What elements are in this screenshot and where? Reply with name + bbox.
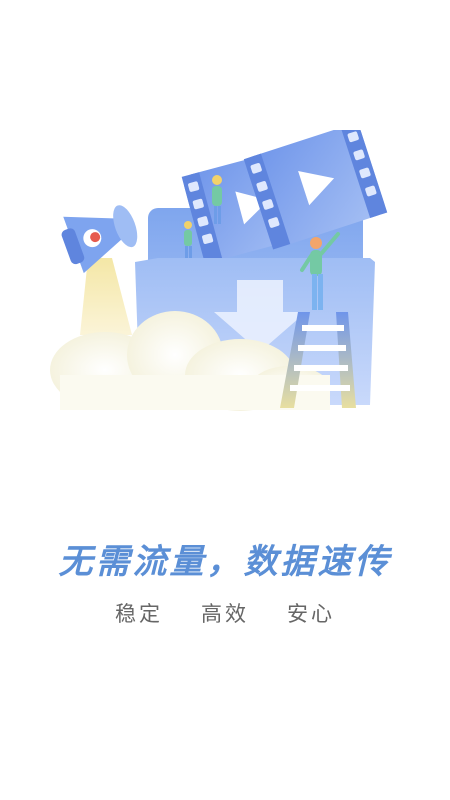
- splash-illustration: [40, 122, 410, 420]
- headline-title: 无需流量，数据速传: [58, 542, 392, 582]
- person-figure-icon: [184, 221, 192, 258]
- feature-efficient: 高效: [201, 602, 249, 626]
- feature-stable: 稳定: [115, 602, 163, 626]
- feature-list: 稳定 高效 安心: [0, 598, 450, 628]
- feature-secure: 安心: [287, 602, 335, 626]
